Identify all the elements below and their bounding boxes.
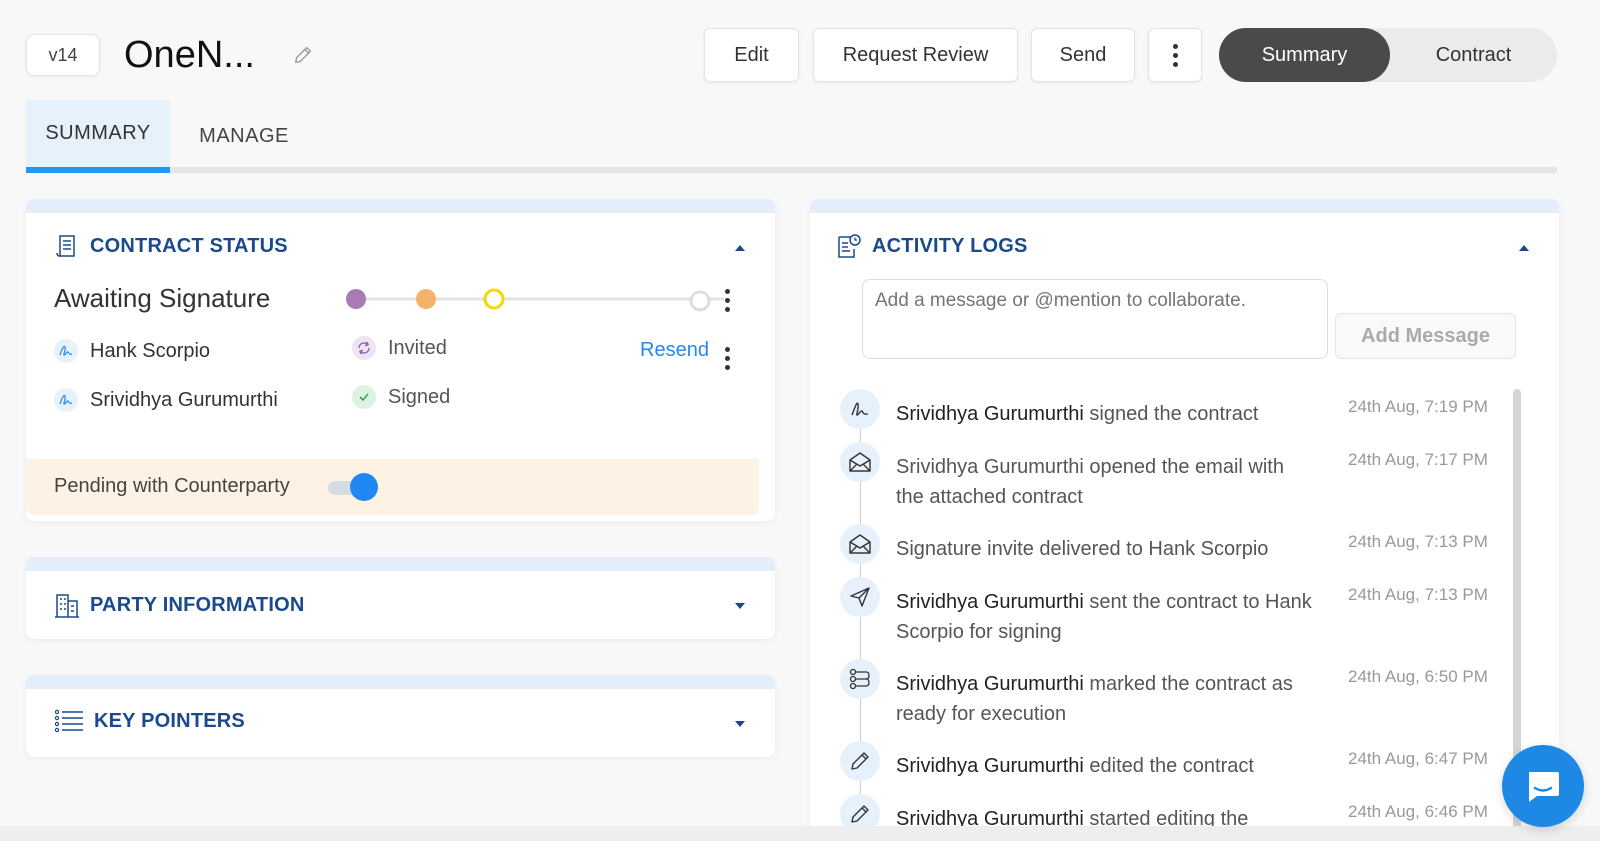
contract-status-card: CONTRACT STATUS Awaiting Signature Hank … <box>26 199 775 521</box>
log-timestamp: 24th Aug, 6:46 PM <box>1348 802 1488 821</box>
progress-step-3 <box>483 288 505 310</box>
signer-status-label: Signed <box>388 385 451 408</box>
pencil-icon <box>840 741 880 781</box>
signer-row: Srividhya Gurumurthi <box>54 388 278 412</box>
expand-caret-icon[interactable] <box>735 721 745 727</box>
building-icon <box>55 594 79 618</box>
signature-icon <box>54 388 78 412</box>
tab-summary[interactable]: SUMMARY <box>26 100 170 173</box>
tab-manage[interactable]: MANAGE <box>189 100 299 173</box>
progress-step-2 <box>416 289 436 309</box>
key-pointers-header[interactable]: KEY POINTERS <box>54 709 245 733</box>
expand-caret-icon[interactable] <box>735 603 745 609</box>
log-timestamp: 24th Aug, 6:50 PM <box>1348 667 1488 686</box>
resend-link[interactable]: Resend <box>640 339 709 362</box>
activity-logs-header[interactable]: ACTIVITY LOGS <box>836 233 1028 259</box>
send-icon <box>840 577 880 617</box>
party-information-title: PARTY INFORMATION <box>90 593 305 616</box>
check-icon <box>352 385 376 409</box>
progress-step-1 <box>346 289 366 309</box>
log-text: Srividhya Gurumurthi marked the contract… <box>896 673 1293 725</box>
progress-step-4 <box>689 290 711 312</box>
pending-toggle[interactable] <box>328 473 378 501</box>
party-information-header[interactable]: PARTY INFORMATION <box>54 591 305 619</box>
list-icon <box>54 709 83 733</box>
envelope-open-icon <box>840 442 880 482</box>
log-text: Srividhya Gurumurthi opened the email wi… <box>896 456 1284 508</box>
activity-log-icon <box>838 234 861 258</box>
view-toggle: Summary Contract <box>1219 28 1557 82</box>
pending-label: Pending with Counterparty <box>54 475 290 497</box>
version-badge[interactable]: v14 <box>26 34 100 76</box>
signature-icon <box>840 389 880 429</box>
collapse-caret-icon[interactable] <box>1519 245 1529 251</box>
contract-document-icon <box>56 235 75 257</box>
bottom-edge <box>0 826 1600 841</box>
chat-support-button[interactable] <box>1502 745 1584 827</box>
tab-bar: SUMMARY MANAGE <box>26 100 1557 173</box>
log-text: Srividhya Gurumurthi sent the contract t… <box>896 591 1312 643</box>
refresh-icon <box>352 336 376 360</box>
edit-button[interactable]: Edit <box>704 28 799 82</box>
envelope-open-icon <box>840 524 880 564</box>
more-options-button[interactable] <box>1148 28 1202 82</box>
key-pointers-card[interactable]: KEY POINTERS <box>26 675 775 757</box>
signer-status: Invited <box>352 336 447 360</box>
key-pointers-title: KEY POINTERS <box>94 709 245 732</box>
activity-logs-card: ACTIVITY LOGS Add Message Srividhya Guru… <box>810 199 1559 841</box>
contract-view-button[interactable]: Contract <box>1390 28 1557 82</box>
edit-title-pencil-icon[interactable] <box>292 44 314 66</box>
log-timestamp: 24th Aug, 7:19 PM <box>1348 397 1488 416</box>
signer-name: Srividhya Gurumurthi <box>90 388 278 411</box>
log-text: Srividhya Gurumurthi signed the contract <box>896 403 1259 425</box>
party-information-card[interactable]: PARTY INFORMATION <box>26 557 775 639</box>
signer-status-label: Invited <box>388 336 447 359</box>
signature-icon <box>54 339 78 363</box>
log-timestamp: 24th Aug, 7:17 PM <box>1348 450 1488 469</box>
collapse-caret-icon[interactable] <box>735 245 745 251</box>
message-input[interactable] <box>862 279 1328 359</box>
add-message-button[interactable]: Add Message <box>1335 313 1516 359</box>
pending-bar: Pending with Counterparty <box>26 459 759 515</box>
log-text: Srividhya Gurumurthi edited the contract <box>896 755 1254 777</box>
signer-status: Signed <box>352 385 450 409</box>
request-review-button[interactable]: Request Review <box>813 28 1018 82</box>
signer-row: Hank Scorpio <box>54 339 210 363</box>
contract-status-title: CONTRACT STATUS <box>90 234 288 257</box>
log-timestamp: 24th Aug, 7:13 PM <box>1348 532 1488 551</box>
kebab-icon <box>1172 43 1178 67</box>
contract-status-header[interactable]: CONTRACT STATUS <box>54 233 288 259</box>
activity-logs-title: ACTIVITY LOGS <box>872 234 1028 257</box>
send-button[interactable]: Send <box>1031 28 1135 82</box>
status-label: Awaiting Signature <box>54 283 271 313</box>
log-timestamp: 24th Aug, 7:13 PM <box>1348 585 1488 604</box>
signer-name: Hank Scorpio <box>90 339 211 362</box>
log-text: Signature invite delivered to Hank Scorp… <box>896 538 1269 560</box>
status-menu-kebab-icon[interactable] <box>725 289 730 312</box>
log-timestamp: 24th Aug, 6:47 PM <box>1348 749 1488 768</box>
signer-menu-kebab-icon[interactable] <box>725 347 730 370</box>
workflow-icon <box>840 659 880 699</box>
document-title: OneN... <box>124 34 255 76</box>
status-progress-tracker <box>346 288 724 310</box>
chat-bubble-icon <box>1529 772 1559 802</box>
summary-view-button[interactable]: Summary <box>1219 28 1390 82</box>
